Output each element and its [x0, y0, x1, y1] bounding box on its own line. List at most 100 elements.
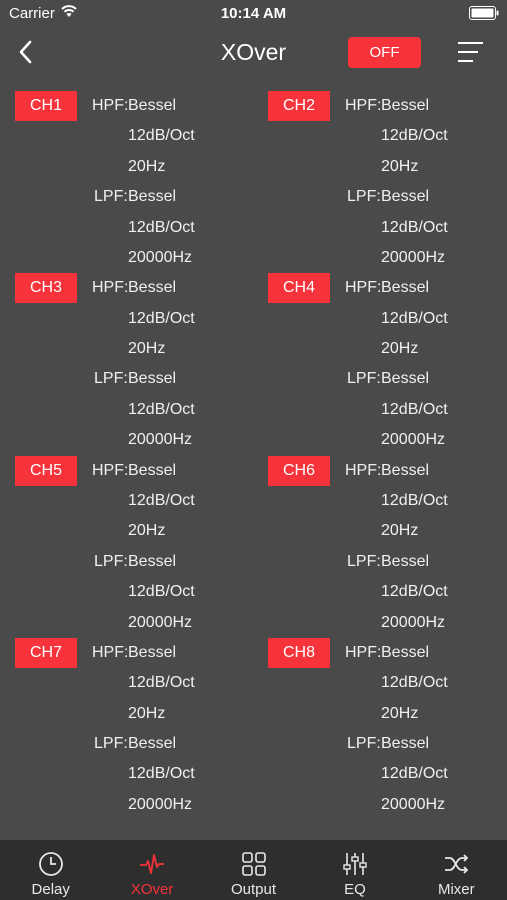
- lpf-value[interactable]: 12dB/Oct: [128, 765, 195, 783]
- hpf-value[interactable]: 20Hz: [381, 158, 418, 176]
- lpf-value[interactable]: 20000Hz: [128, 249, 192, 267]
- tab-mixer[interactable]: Mixer: [406, 840, 507, 900]
- hpf-label: HPF:: [92, 97, 129, 114]
- hpf-value[interactable]: Bessel: [128, 97, 176, 115]
- lpf-value[interactable]: 12dB/Oct: [381, 219, 448, 237]
- hpf-value[interactable]: Bessel: [128, 462, 176, 480]
- lpf-label: LPF:: [94, 552, 128, 570]
- channel-badge[interactable]: CH4: [268, 273, 330, 304]
- hpf-value[interactable]: 12dB/Oct: [128, 674, 195, 692]
- hpf-label: HPF:: [345, 643, 382, 661]
- lpf-value[interactable]: Bessel: [381, 553, 429, 571]
- page-title: XOver: [220, 39, 287, 65]
- channel-badge[interactable]: CH5: [15, 455, 77, 486]
- lpf-label: LPF:: [347, 735, 381, 753]
- lpf-value[interactable]: Bessel: [128, 735, 176, 753]
- hpf-value[interactable]: Bessel: [381, 462, 429, 480]
- hpf-value[interactable]: 12dB/Oct: [381, 674, 448, 692]
- sliders-icon: [343, 853, 367, 875]
- tab-bar: Delay XOver Output EQ Mixer: [0, 840, 507, 900]
- channel-badge[interactable]: CH1: [15, 91, 77, 121]
- channel-badge[interactable]: CH2: [268, 91, 330, 121]
- hpf-value[interactable]: 20Hz: [128, 522, 165, 540]
- channel-block: CH2 HPF: Bessel 12dB/Oct 20Hz LPF: Bessel 12dB/…: [253, 91, 506, 273]
- tab-label: Mixer: [437, 881, 475, 898]
- channel-block: CH5 HPF: Bessel 12dB/Oct 20Hz LPF: Bessel 12dB/…: [0, 455, 253, 638]
- hpf-value[interactable]: 20Hz: [381, 705, 418, 723]
- hpf-value[interactable]: 20Hz: [128, 340, 165, 358]
- lpf-value[interactable]: Bessel: [381, 188, 429, 206]
- lpf-value[interactable]: Bessel: [381, 735, 429, 753]
- channel-block: CH3 HPF: Bessel 12dB/Oct 20Hz LPF: Bessel 12dB/…: [0, 273, 253, 455]
- tab-label: XOver: [130, 881, 174, 898]
- tab-delay[interactable]: Delay: [0, 840, 101, 900]
- hpf-value[interactable]: Bessel: [381, 644, 429, 662]
- hpf-value[interactable]: 20Hz: [128, 158, 165, 176]
- lpf-value[interactable]: 12dB/Oct: [128, 219, 195, 237]
- channel-badge[interactable]: CH3: [15, 273, 77, 304]
- lpf-value[interactable]: 12dB/Oct: [381, 401, 448, 419]
- hpf-label: HPF:: [92, 279, 129, 297]
- hpf-value[interactable]: 20Hz: [381, 522, 418, 540]
- lpf-value[interactable]: 20000Hz: [381, 249, 445, 267]
- hpf-value[interactable]: 20Hz: [381, 340, 418, 358]
- lpf-label: LPF:: [347, 188, 381, 206]
- lpf-value[interactable]: 20000Hz: [381, 431, 445, 449]
- hpf-label: HPF:: [92, 643, 129, 661]
- lpf-value[interactable]: 20000Hz: [381, 614, 445, 632]
- lpf-value[interactable]: 20000Hz: [128, 614, 192, 632]
- hpf-label: HPF:: [345, 97, 382, 114]
- channel-block: CH4 HPF: Bessel 12dB/Oct 20Hz LPF: Bessel 12dB/…: [253, 273, 506, 455]
- hpf-value[interactable]: Bessel: [381, 279, 429, 297]
- tab-xover[interactable]: XOver: [101, 840, 202, 900]
- nav-bar: XOver OFF: [0, 28, 507, 78]
- lpf-value[interactable]: 12dB/Oct: [381, 765, 448, 783]
- tab-eq[interactable]: EQ: [304, 840, 405, 900]
- tab-label: EQ: [344, 881, 366, 898]
- status-bar: Carrier 10:14 AM: [0, 0, 507, 28]
- hpf-value[interactable]: 12dB/Oct: [128, 127, 195, 145]
- hpf-label: HPF:: [92, 461, 129, 479]
- hpf-value[interactable]: Bessel: [128, 279, 176, 297]
- lpf-label: LPF:: [94, 735, 128, 753]
- tab-label: Delay: [31, 881, 70, 898]
- lpf-value[interactable]: 20000Hz: [128, 431, 192, 449]
- channel-badge[interactable]: CH7: [15, 637, 77, 668]
- hpf-value[interactable]: 12dB/Oct: [128, 310, 195, 328]
- hpf-value[interactable]: 12dB/Oct: [381, 310, 448, 328]
- lpf-label: LPF:: [94, 188, 128, 206]
- lpf-value[interactable]: Bessel: [381, 370, 429, 388]
- menu-icon[interactable]: [456, 40, 484, 64]
- channel-block: CH6 HPF: Bessel 12dB/Oct 20Hz LPF: Bessel 12dB/…: [253, 455, 506, 638]
- clock-icon: [38, 852, 63, 876]
- lpf-value[interactable]: Bessel: [128, 553, 176, 571]
- lpf-value[interactable]: 12dB/Oct: [381, 583, 448, 601]
- lpf-label: LPF:: [347, 370, 381, 388]
- hpf-value[interactable]: 12dB/Oct: [381, 127, 448, 145]
- hpf-value[interactable]: 20Hz: [128, 705, 165, 723]
- hpf-value[interactable]: 12dB/Oct: [381, 492, 448, 510]
- hpf-value[interactable]: Bessel: [128, 644, 176, 662]
- hpf-value[interactable]: Bessel: [381, 97, 429, 115]
- lpf-value[interactable]: 20000Hz: [381, 796, 445, 814]
- lpf-value[interactable]: Bessel: [128, 188, 176, 206]
- lpf-value[interactable]: Bessel: [128, 370, 176, 388]
- channel-block: CH1 HPF: Bessel 12dB/Oct 20Hz LPF: Bessel 12dB/…: [0, 91, 253, 273]
- battery-icon: [469, 6, 499, 20]
- pulse-icon: [140, 854, 165, 874]
- lpf-value[interactable]: 12dB/Oct: [128, 583, 195, 601]
- tab-output[interactable]: Output: [203, 840, 304, 900]
- tab-label: Output: [231, 881, 277, 898]
- hpf-value[interactable]: 12dB/Oct: [128, 492, 195, 510]
- back-chevron-icon[interactable]: [14, 38, 36, 66]
- power-toggle-button[interactable]: OFF: [348, 37, 421, 68]
- grid-icon: [241, 852, 266, 876]
- lpf-label: LPF:: [347, 552, 381, 570]
- channel-badge[interactable]: CH8: [268, 637, 330, 668]
- channel-badge[interactable]: CH6: [268, 455, 330, 486]
- lpf-value[interactable]: 12dB/Oct: [128, 401, 195, 419]
- channel-block: CH8 HPF: Bessel 12dB/Oct 20Hz LPF: Bessel 12dB/…: [253, 637, 506, 820]
- lpf-label: LPF:: [94, 370, 128, 388]
- hpf-label: HPF:: [345, 279, 382, 297]
- lpf-value[interactable]: 20000Hz: [128, 796, 192, 814]
